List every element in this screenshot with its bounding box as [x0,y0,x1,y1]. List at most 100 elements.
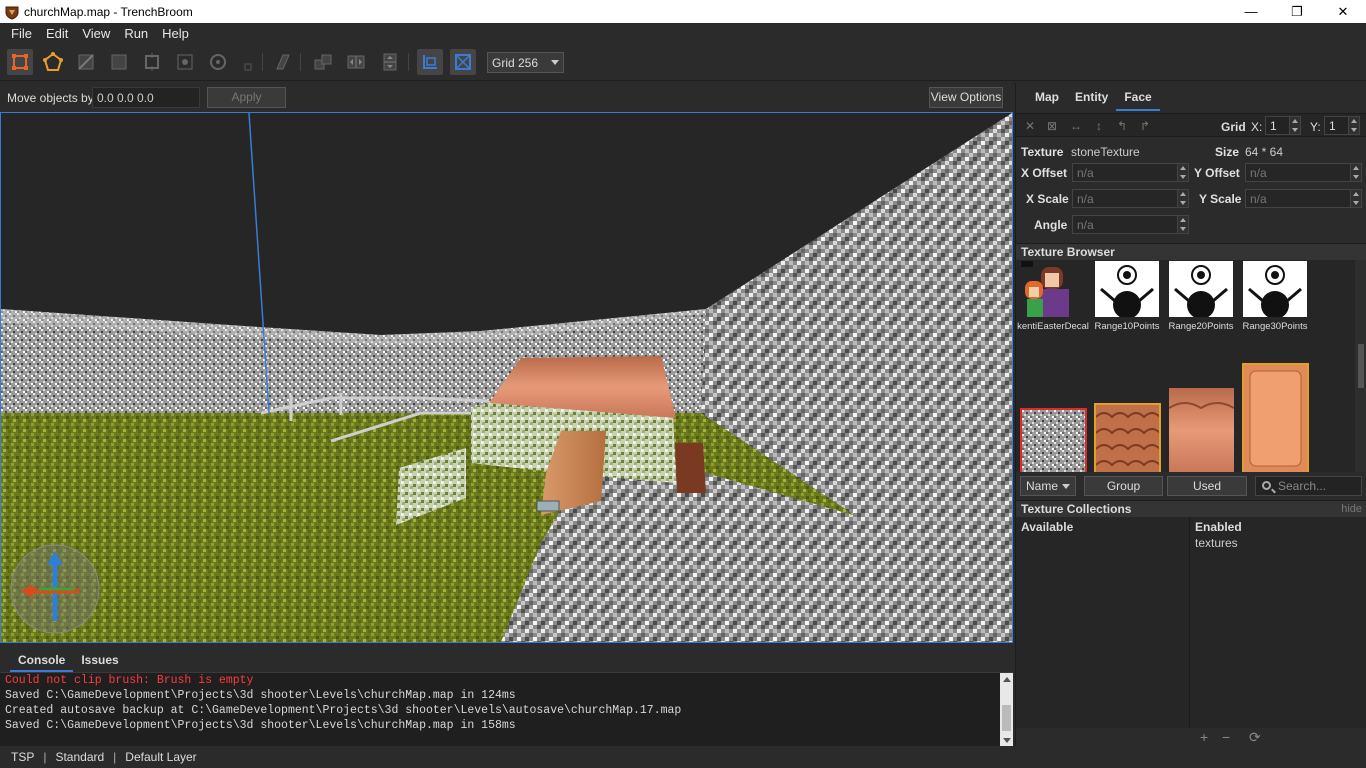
spinner-arrows-icon[interactable] [1177,190,1188,207]
texture-lock-button[interactable] [417,49,443,75]
console-scrollbar[interactable] [1000,673,1013,747]
rotate-ccw-icon[interactable]: ↰ [1115,119,1129,133]
y-scale-value: n/a [1250,192,1267,206]
scroll-up-arrow-icon[interactable] [1003,677,1011,682]
view-options-button[interactable]: View Options [929,87,1003,108]
3d-viewport[interactable] [0,112,1013,643]
uv-lock-icon [455,54,471,70]
menu-file[interactable]: File [4,26,39,41]
flip-v-icon[interactable]: ↕ [1092,119,1106,133]
remove-icon[interactable]: − [1222,729,1230,745]
console-line: Saved C:\GameDevelopment\Projects\3d sho… [5,689,516,702]
entity-tool-button[interactable] [172,49,198,75]
grid-size-select[interactable]: Grid 256 [487,52,564,73]
tab-entity[interactable]: Entity [1067,85,1116,111]
rotate-tool-button[interactable] [205,49,231,75]
texture-thumb[interactable] [1168,388,1235,472]
spinner-arrows-icon[interactable] [1289,117,1300,134]
grid-x-spinner[interactable]: 1 [1265,116,1301,135]
available-collections-list[interactable]: Available [1016,517,1190,728]
texture-thumb[interactable]: kentiEasterDecal [1017,261,1089,332]
tab-issues[interactable]: Issues [73,648,126,672]
scrollbar-thumb[interactable] [1002,705,1011,731]
menu-run[interactable]: Run [117,26,155,41]
move-objects-input[interactable]: 0.0 0.0 0.0 [92,87,200,108]
grid-y-spinner[interactable]: 1 [1324,116,1360,135]
scroll-down-arrow-icon[interactable] [1003,738,1011,743]
menu-help[interactable]: Help [155,26,196,41]
select-tool-icon [12,54,28,70]
texture-thumb[interactable]: Range10Points [1095,261,1159,332]
spinner-arrows-icon[interactable] [1348,117,1359,134]
spinner-arrows-icon[interactable] [1350,190,1361,207]
sort-select-value: Name [1026,479,1059,493]
add-icon[interactable]: + [1200,729,1208,745]
console-line: Created autosave backup at C:\GameDevelo… [5,704,682,717]
texture-thumb[interactable] [1094,403,1161,472]
y-offset-spinner[interactable]: n/a [1245,163,1362,182]
reset-icon[interactable]: ✕ [1023,119,1037,133]
enabled-collections-list[interactable]: Enabled textures [1190,517,1366,728]
scale-tool-button[interactable] [234,49,260,75]
texture-collections-header: Texture Collections hide [1016,500,1366,517]
texture-thumb[interactable]: Range20Points [1169,261,1233,332]
select-tool-button[interactable] [7,49,33,75]
sort-select[interactable]: Name [1020,476,1076,496]
collection-item[interactable]: textures [1195,536,1238,550]
uv-lock-button[interactable] [450,49,476,75]
grid-size-value: Grid 256 [492,55,539,70]
rotate-cw-icon[interactable]: ↱ [1138,119,1152,133]
search-placeholder: Search... [1278,479,1327,493]
compass-gizmo[interactable] [9,543,101,635]
angle-spinner[interactable]: n/a [1072,215,1189,234]
texture-browser-scrollbar[interactable] [1355,260,1366,472]
spinner-arrows-icon[interactable] [1177,216,1188,233]
reset-scale-icon[interactable]: ⊠ [1045,119,1059,133]
texture-browser-title: Texture Browser [1021,245,1115,259]
decal-texture-image [1021,261,1085,317]
maximize-button[interactable]: ❐ [1274,0,1320,23]
group-button[interactable]: Group [1084,476,1163,496]
status-separator: | [43,750,47,764]
texture-thumb[interactable] [1242,363,1309,472]
chevron-down-icon [551,60,559,65]
reload-icon[interactable]: ⟳ [1249,729,1261,746]
scrollbar-thumb[interactable] [1358,344,1364,388]
tab-face[interactable]: Face [1116,85,1160,111]
texture-browser[interactable]: kentiEasterDecal Range10Points Range20Po… [1016,260,1366,472]
close-button[interactable]: ✕ [1320,0,1366,23]
flip-horizontal-button[interactable] [343,49,369,75]
target-texture-image [1243,261,1307,319]
main-toolbar [0,43,1366,81]
texture-lock-icon [423,55,437,69]
clip-tool-icon [276,54,290,70]
hide-collections-link[interactable]: hide [1341,501,1362,518]
apply-button[interactable]: Apply [207,87,286,108]
copper-plate-texture-image [1244,365,1307,472]
available-header: Available [1021,520,1074,534]
csg-tool-button[interactable] [310,49,336,75]
spinner-arrows-icon[interactable] [1350,164,1361,181]
x-scale-spinner[interactable]: n/a [1072,189,1189,208]
used-button[interactable]: Used [1167,476,1247,496]
texture-search-input[interactable]: Search... [1255,476,1362,496]
menu-edit[interactable]: Edit [39,26,75,41]
face-tool-button[interactable] [106,49,132,75]
edge-tool-button[interactable] [73,49,99,75]
x-offset-spinner[interactable]: n/a [1072,163,1189,182]
brush-tool-button[interactable] [139,49,165,75]
flip-h-icon[interactable]: ↔ [1069,119,1083,133]
minimize-button[interactable]: — [1228,0,1274,23]
spinner-arrows-icon[interactable] [1177,164,1188,181]
texture-thumb-selected[interactable] [1020,408,1087,472]
tab-console[interactable]: Console [10,648,74,672]
texture-thumb[interactable]: Range30Points [1243,261,1307,332]
console-line: Saved C:\GameDevelopment\Projects\3d sho… [5,719,516,732]
y-scale-spinner[interactable]: n/a [1245,189,1362,208]
menu-view[interactable]: View [75,26,117,41]
vertex-tool-button[interactable] [40,49,66,75]
clip-tool-button[interactable] [270,49,296,75]
status-mode: Standard [55,750,105,764]
tab-map[interactable]: Map [1027,85,1067,111]
flip-vertical-button[interactable] [377,49,403,75]
